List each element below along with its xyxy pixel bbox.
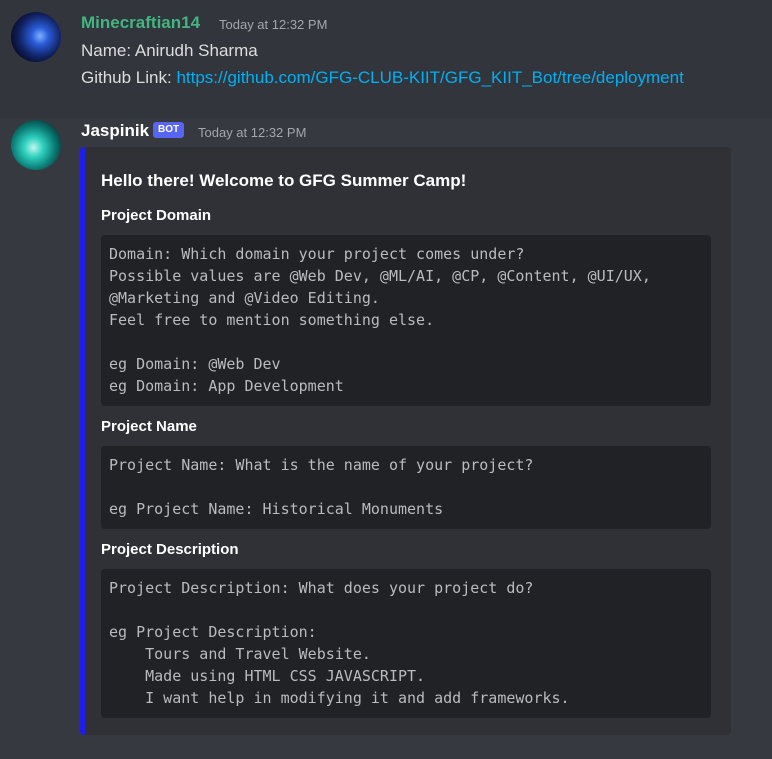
- timestamp: Today at 12:32 PM: [219, 17, 328, 32]
- message-text-name: Name: Anirudh Sharma: [81, 41, 258, 60]
- github-link[interactable]: https://github.com/GFG-CLUB-KIIT/GFG_KII…: [176, 68, 683, 87]
- username[interactable]: Minecraftian14: [81, 13, 200, 33]
- field-value-project-name: Project Name: What is the name of your p…: [101, 446, 711, 529]
- embed-title: Hello there! Welcome to GFG Summer Camp!: [101, 171, 467, 190]
- field-value-project-domain: Domain: Which domain your project comes …: [101, 235, 711, 406]
- field-value-project-description: Project Description: What does your proj…: [101, 569, 711, 718]
- username[interactable]: Jaspinik: [81, 121, 149, 141]
- github-label: Github Link:: [81, 68, 177, 87]
- message-minecraftian14: Minecraftian14 Today at 12:32 PM Name: A…: [0, 0, 772, 118]
- bot-badge: BOT: [153, 122, 185, 138]
- field-name-project-domain: Project Domain: [101, 207, 212, 224]
- embed: Hello there! Welcome to GFG Summer Camp!…: [80, 147, 731, 735]
- message-text-github: Github Link: https://github.com/GFG-CLUB…: [81, 68, 684, 88]
- avatar[interactable]: [11, 120, 61, 170]
- timestamp: Today at 12:32 PM: [198, 125, 307, 140]
- field-name-project-name: Project Name: [101, 418, 197, 435]
- field-name-project-description: Project Description: [101, 541, 239, 558]
- avatar[interactable]: [11, 12, 61, 62]
- embed-accent-bar: [80, 147, 85, 735]
